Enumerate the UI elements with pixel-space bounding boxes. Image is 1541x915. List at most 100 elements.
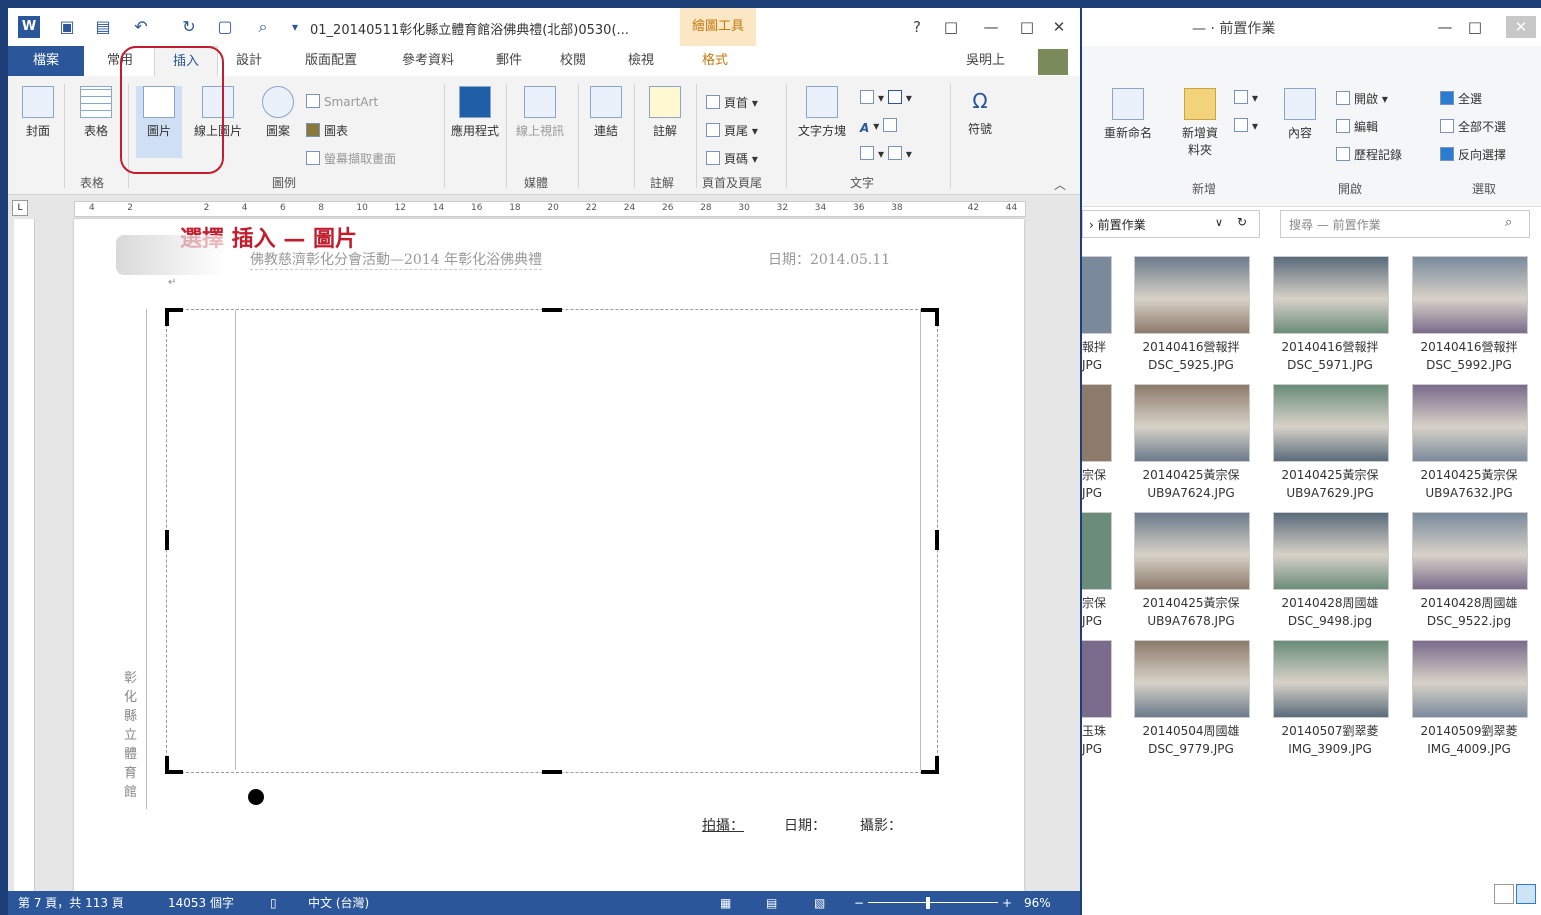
collapse-ribbon-icon[interactable]: ︿ <box>1054 176 1066 193</box>
zoom-in-icon[interactable]: + <box>1002 891 1012 915</box>
redo-icon[interactable]: ↻ <box>178 16 200 38</box>
new-document-icon[interactable]: ▢ <box>214 16 236 38</box>
partial-thumbnail[interactable] <box>1082 640 1112 718</box>
file-thumbnail[interactable] <box>1134 384 1250 462</box>
file-thumbnail[interactable] <box>1134 640 1250 718</box>
page-count[interactable]: 第 7 頁，共 113 頁 <box>18 891 124 915</box>
page-number-button[interactable]: 頁碼 ▾ <box>706 150 758 167</box>
crop-handle-right[interactable] <box>935 530 939 550</box>
history-button[interactable]: 歷程記錄 <box>1336 146 1402 163</box>
textbox-button[interactable]: 文字方塊 <box>792 86 852 139</box>
file-caption[interactable]: 20140416營報拌 DSC_5992.JPG <box>1401 338 1537 374</box>
comment-button[interactable]: 註解 <box>640 86 690 139</box>
save-as-icon[interactable]: ▤ <box>92 16 114 38</box>
open-button[interactable]: 開啟 ▾ <box>1336 90 1388 107</box>
zoom-out-icon[interactable]: − <box>854 891 864 915</box>
file-caption[interactable]: 20140504周國雄 DSC_9779.JPG <box>1123 722 1259 758</box>
header-button[interactable]: 頁首 ▾ <box>706 94 758 111</box>
file-caption[interactable]: 20140425黃宗保 UB9A7624.JPG <box>1123 466 1259 502</box>
address-dropdown-icon[interactable]: ∨ <box>1215 216 1223 229</box>
search-box[interactable]: 搜尋 — 前置作業 ⌕ <box>1280 210 1530 238</box>
picture-placeholder[interactable] <box>165 308 939 774</box>
footer-button[interactable]: 頁尾 ▾ <box>706 122 758 139</box>
tab-design[interactable]: 設計 <box>224 46 274 76</box>
apps-button[interactable]: 應用程式 <box>450 86 500 139</box>
file-thumbnail[interactable] <box>1134 256 1250 334</box>
links-button[interactable]: 連結 <box>584 86 628 139</box>
maximize-button[interactable]: □ <box>1014 16 1040 38</box>
file-caption[interactable]: 20140425黃宗保 UB9A7629.JPG <box>1262 466 1398 502</box>
partial-thumbnail[interactable] <box>1082 384 1112 462</box>
read-mode-icon[interactable]: ▦ <box>720 891 731 915</box>
tab-mailings[interactable]: 郵件 <box>484 46 534 76</box>
details-view-icon[interactable] <box>1494 884 1514 904</box>
file-caption[interactable]: 20140509劉翠菱 IMG_4009.JPG <box>1401 722 1537 758</box>
file-thumbnail[interactable] <box>1273 512 1389 590</box>
file-caption[interactable]: 20140428周國雄 DSC_9498.jpg <box>1262 594 1398 630</box>
rename-button[interactable]: 重新命名 <box>1096 88 1160 141</box>
explorer-maximize-button[interactable]: □ <box>1462 16 1488 38</box>
tab-format[interactable]: 格式 <box>690 46 740 76</box>
chart-button[interactable]: 圖表 <box>306 122 348 139</box>
edit-button[interactable]: 編輯 <box>1336 118 1378 135</box>
screenshot-button[interactable]: 螢幕擷取畫面 <box>306 150 396 167</box>
zoom-level[interactable]: 96% <box>1024 891 1051 915</box>
document-page[interactable]: 選擇 插入 — 圖片 佛教慈濟彰化分會活動—2014 年彰化浴佛典禮 日期：20… <box>74 219 1024 891</box>
partial-caption[interactable]: 宗保 JPG <box>1082 466 1112 502</box>
file-caption[interactable]: 20140428周國雄 DSC_9522.jpg <box>1401 594 1537 630</box>
tab-file[interactable]: 檔案 <box>8 46 84 76</box>
file-caption[interactable]: 20140416營報拌 DSC_5971.JPG <box>1262 338 1398 374</box>
undo-icon[interactable]: ↶ <box>130 16 152 38</box>
file-caption[interactable]: 20140425黃宗保 UB9A7632.JPG <box>1401 466 1537 502</box>
symbol-button[interactable]: Ω 符號 <box>958 86 1002 137</box>
invert-selection-button[interactable]: 反向選擇 <box>1440 146 1506 163</box>
online-video-button[interactable]: 線上視訊 <box>510 86 570 139</box>
crop-handle-tl[interactable] <box>165 308 183 326</box>
shapes-button[interactable]: 圖案 <box>256 86 300 139</box>
crop-handle-left[interactable] <box>165 530 169 550</box>
file-thumbnail[interactable] <box>1412 256 1528 334</box>
partial-caption[interactable]: 玉珠 JPG <box>1082 722 1112 758</box>
help-button[interactable]: ? <box>904 16 930 38</box>
properties-button[interactable]: 內容 <box>1278 88 1322 141</box>
partial-caption[interactable]: 宗保 JPG <box>1082 594 1112 630</box>
cover-page-button[interactable]: 封面 <box>16 86 60 139</box>
new-item-button[interactable]: ▾ <box>1234 90 1258 105</box>
file-thumbnail[interactable] <box>1273 384 1389 462</box>
tab-view[interactable]: 檢視 <box>616 46 666 76</box>
crop-handle-tr[interactable] <box>921 308 939 326</box>
select-none-button[interactable]: 全部不選 <box>1440 118 1506 135</box>
explorer-close-button[interactable]: ✕ <box>1506 16 1536 38</box>
search-input[interactable]: 搜尋 — 前置作業 <box>1289 216 1381 233</box>
ribbon-display-button[interactable]: □ <box>938 16 964 38</box>
proofing-icon[interactable]: ▯ <box>270 891 277 915</box>
file-caption[interactable]: 20140416營報拌 DSC_5925.JPG <box>1123 338 1259 374</box>
file-thumbnail[interactable] <box>1134 512 1250 590</box>
crop-handle-br[interactable] <box>921 756 939 774</box>
zoom-slider-thumb[interactable] <box>926 897 930 909</box>
smartart-button[interactable]: SmartArt <box>306 94 378 109</box>
search-icon[interactable]: ⌕ <box>1505 215 1512 230</box>
dropcap-button[interactable]: ▾ ▾ <box>860 146 912 161</box>
language[interactable]: 中文 (台灣) <box>308 891 369 915</box>
address-bar[interactable]: › 前置作業 ∨ ↻ <box>1082 210 1260 238</box>
file-thumbnail[interactable] <box>1412 640 1528 718</box>
tab-references[interactable]: 參考資料 <box>390 46 466 76</box>
print-layout-icon[interactable]: ▤ <box>766 891 777 915</box>
easy-access-button[interactable]: ▾ <box>1234 118 1258 133</box>
crop-handle-bl[interactable] <box>165 756 183 774</box>
refresh-icon[interactable]: ↻ <box>1237 215 1247 229</box>
partial-caption[interactable]: 報拌 JPG <box>1082 338 1112 374</box>
file-thumbnail[interactable] <box>1412 384 1528 462</box>
explorer-minimize-button[interactable]: — <box>1432 16 1458 38</box>
zoom-slider[interactable] <box>868 902 998 903</box>
partial-thumbnail[interactable] <box>1082 256 1112 334</box>
quick-parts-button[interactable]: ▾ ▾ <box>860 90 912 105</box>
save-icon[interactable]: ▣ <box>56 16 78 38</box>
avatar[interactable] <box>1038 49 1068 75</box>
tab-review[interactable]: 校閱 <box>548 46 598 76</box>
crop-handle-bottom[interactable] <box>542 770 562 774</box>
close-button[interactable]: ✕ <box>1046 16 1072 38</box>
file-thumbnail[interactable] <box>1412 512 1528 590</box>
table-button[interactable]: 表格 <box>70 86 122 139</box>
